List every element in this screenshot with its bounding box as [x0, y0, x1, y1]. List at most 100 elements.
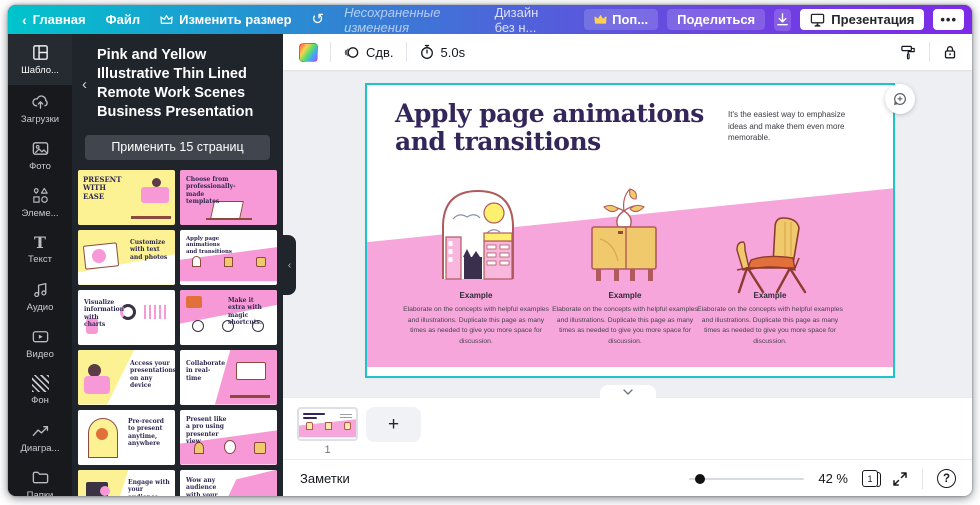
thumbnail-illustration: [84, 376, 110, 394]
example-column-1[interactable]: Example Elaborate on the concepts with h…: [401, 291, 551, 347]
template-thumbnail-4[interactable]: Apply page animations and transitions: [180, 230, 277, 285]
slide-subtitle[interactable]: It's the easiest way to emphasize ideas …: [728, 109, 856, 144]
status-bar: Заметки 42 % 1 ?: [283, 459, 972, 496]
share-button[interactable]: Поделиться: [667, 9, 765, 30]
pages-panel: 1 + Заметки 42 % 1 ?: [283, 397, 972, 496]
timer-icon: [419, 44, 435, 60]
window-illustration[interactable]: [437, 185, 519, 281]
page-thumbnail-1[interactable]: 1: [297, 407, 358, 456]
template-thumbnail-10[interactable]: Present like a pro using presenter view: [180, 410, 277, 465]
sidebar-item-charts[interactable]: Диагра...: [8, 414, 72, 461]
topbar-right: Дизайн без н... Поп... Поделиться Презен…: [495, 5, 964, 35]
thumbnail-illustration: [224, 257, 233, 267]
slide-page[interactable]: Apply page animations and transitions It…: [367, 85, 893, 376]
crown-icon: [160, 14, 173, 25]
sidebar-item-folders[interactable]: Папки: [8, 461, 72, 496]
background-color-swatch[interactable]: [299, 43, 318, 62]
template-thumbnail-8[interactable]: Collaborate in real-time: [180, 350, 277, 405]
example-body: Elaborate on the concepts with helpful e…: [401, 305, 551, 347]
template-thumbnail-9[interactable]: Pre-record to present anytime, anywhere: [78, 410, 175, 465]
folder-icon: [31, 468, 50, 487]
apply-all-pages-button[interactable]: Применить 15 страниц: [85, 135, 270, 160]
thumbnail-title: Wow any audience with your presentation.: [186, 477, 230, 497]
more-button[interactable]: •••: [933, 9, 964, 30]
download-button[interactable]: [774, 9, 791, 31]
page-thumbnail-preview: [297, 407, 358, 441]
thumbnail-illustration: [256, 257, 266, 267]
design-title[interactable]: Дизайн без н...: [495, 5, 550, 35]
sidebar-item-photos[interactable]: Фото: [8, 132, 72, 179]
video-icon: [31, 327, 50, 346]
panel-collapse-handle[interactable]: ‹: [283, 235, 296, 295]
chevron-left-icon: ‹: [22, 12, 27, 28]
template-thumbnail-12[interactable]: Wow any audience with your presentation.: [180, 470, 277, 497]
download-icon: [775, 12, 790, 27]
thumbnail-illustration: [192, 320, 204, 332]
panel-back-button[interactable]: ‹: [80, 76, 89, 93]
text-icon: T: [34, 234, 46, 251]
chart-icon: [31, 421, 50, 440]
app-window: ‹ Главная Файл Изменить размер ↺ Несохра…: [8, 5, 972, 496]
sidebar-item-label: Диагра...: [21, 443, 60, 454]
thumbnail-illustration: [236, 362, 266, 380]
pages-panel-collapse-tab[interactable]: [600, 385, 656, 398]
toolbar-right: [900, 42, 958, 62]
cabinet-illustration[interactable]: [588, 181, 660, 293]
fullscreen-icon[interactable]: [892, 471, 908, 487]
file-menu[interactable]: Файл: [106, 12, 141, 27]
zoom-level[interactable]: 42 %: [818, 471, 848, 486]
duration-value: 5.0s: [441, 45, 466, 60]
thumbnail-title: Access your presentations on any device: [130, 360, 170, 390]
page-number: 1: [297, 444, 358, 456]
thumbnail-title: Apply page animations and transitions: [186, 236, 232, 256]
sidebar-item-elements[interactable]: Элеме...: [8, 179, 72, 226]
animate-button[interactable]: Сдв.: [343, 44, 394, 61]
add-page-button[interactable]: +: [366, 407, 421, 442]
copy-style-button[interactable]: [900, 44, 917, 61]
sidebar-item-video[interactable]: Видео: [8, 320, 72, 367]
example-column-2[interactable]: Example Elaborate on the concepts with h…: [550, 291, 700, 347]
notes-button[interactable]: Заметки: [300, 471, 350, 486]
help-button[interactable]: ?: [937, 469, 956, 488]
template-thumbnail-5[interactable]: Visualize information with charts: [78, 290, 175, 345]
undo-button[interactable]: ↺: [312, 12, 325, 27]
sidebar-item-background[interactable]: Фон: [8, 367, 72, 414]
zoom-slider[interactable]: [689, 472, 804, 486]
duration-button[interactable]: 5.0s: [419, 44, 466, 60]
unsaved-status: Несохраненные изменения: [344, 5, 474, 35]
share-label: Поделиться: [677, 12, 755, 27]
template-thumbnail-2[interactable]: Choose from professionally-made template…: [180, 170, 277, 225]
sidebar-item-text[interactable]: T Текст: [8, 226, 72, 273]
sidebar-item-uploads[interactable]: Загрузки: [8, 85, 72, 132]
mini-title-line: [303, 417, 317, 419]
lock-button[interactable]: [942, 44, 958, 60]
upgrade-button[interactable]: Поп...: [584, 9, 658, 30]
template-thumbnail-11[interactable]: Engage with your audience using Live Q&A: [78, 470, 175, 497]
sidebar-item-templates[interactable]: Шабло...: [8, 34, 72, 85]
template-thumbnail-7[interactable]: Access your presentations on any device: [78, 350, 175, 405]
template-thumbnail-1[interactable]: PRESENT WITH EASE: [78, 170, 175, 225]
zoom-slider-knob[interactable]: [695, 474, 705, 484]
thumbnail-illustration: [230, 395, 270, 398]
resize-label: Изменить размер: [179, 12, 291, 27]
thumbnail-illustration: [131, 216, 171, 219]
armchair-illustration[interactable]: [733, 212, 815, 296]
sidebar-item-audio[interactable]: Аудио: [8, 273, 72, 320]
mini-illustration: [306, 422, 313, 430]
resize-button[interactable]: Изменить размер: [160, 12, 291, 27]
present-button[interactable]: Презентация: [800, 9, 924, 30]
animate-label: Сдв.: [366, 45, 394, 60]
template-thumbnail-6[interactable]: Make it extra with magic shortcuts.: [180, 290, 277, 345]
comment-button[interactable]: [885, 84, 915, 114]
grid-view-button[interactable]: 1: [862, 470, 878, 487]
thumbnail-title: Pre-record to present anytime, anywhere: [128, 418, 170, 448]
example-column-3[interactable]: Example Elaborate on the concepts with h…: [695, 291, 845, 347]
template-thumbnails-grid: PRESENT WITH EASE Choose from profession…: [72, 170, 283, 497]
mini-text-line: [340, 417, 352, 418]
slide-title[interactable]: Apply page animations and transitions: [395, 100, 725, 155]
home-button[interactable]: ‹ Главная: [22, 12, 86, 28]
example-heading: Example: [401, 291, 551, 300]
template-thumbnail-3[interactable]: Customize with text and photos: [78, 230, 175, 285]
sidebar-item-label: Аудио: [27, 302, 54, 313]
thumbnail-illustration: [206, 218, 252, 220]
